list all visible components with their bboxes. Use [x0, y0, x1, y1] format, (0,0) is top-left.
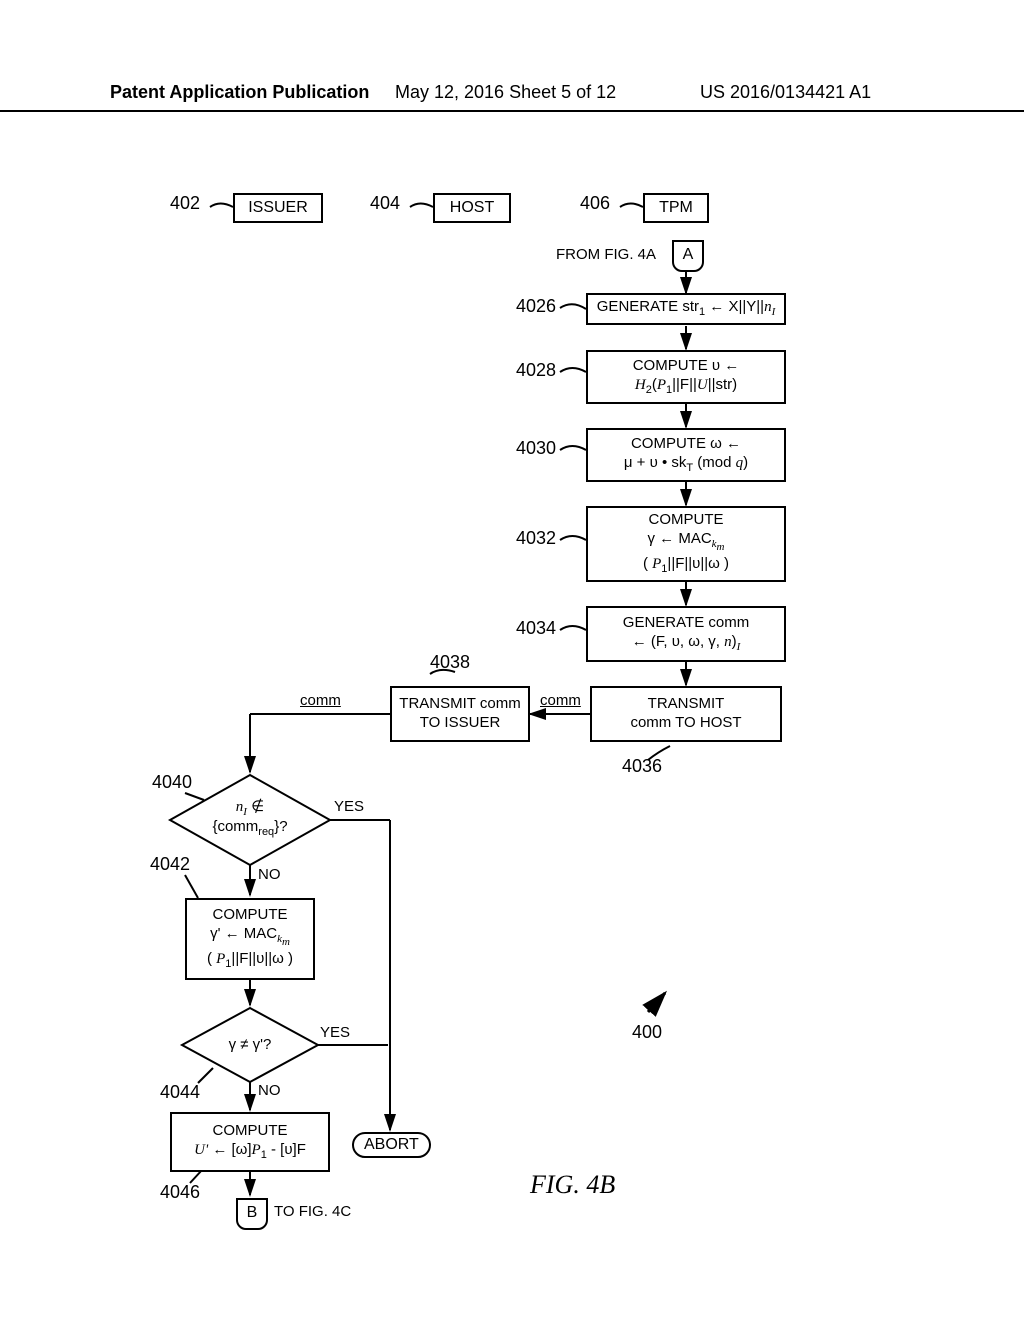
- step-4030: COMPUTE ω ← μ + υ • skT (mod q): [586, 428, 786, 482]
- ref-4034: 4034: [516, 618, 556, 639]
- s4028-line1: COMPUTE υ ←: [633, 357, 740, 376]
- ref-400: 400: [632, 1022, 662, 1043]
- ref-4040: 4040: [152, 772, 192, 793]
- step-4042: COMPUTE γ' ← MACkm ( P1||F||υ||ω ): [185, 898, 315, 980]
- issuer-box: ISSUER: [233, 193, 323, 223]
- step-4046: COMPUTE U' ← [ω]P1 - [υ]F: [170, 1112, 330, 1172]
- ref-402: 402: [170, 193, 200, 214]
- s4032-line1: COMPUTE: [649, 511, 724, 530]
- diagram-svg: [0, 0, 1024, 1320]
- to-fig-4c-label: TO FIG. 4C: [274, 1203, 351, 1220]
- decision-4040-text: nI ∉ {commreq}?: [190, 797, 310, 838]
- ref-4042: 4042: [150, 854, 190, 875]
- step-4028: COMPUTE υ ← H2(P1||F||U||str): [586, 350, 786, 404]
- abort-pill: ABORT: [352, 1132, 431, 1158]
- ref-404: 404: [370, 193, 400, 214]
- s4036-line1: TRANSMIT: [648, 695, 725, 714]
- no-4044: NO: [258, 1082, 281, 1099]
- s4036-line2: comm TO HOST: [630, 714, 741, 733]
- ref-4026: 4026: [516, 296, 556, 317]
- no-4040: NO: [258, 866, 281, 883]
- publication-number: US 2016/0134421 A1: [700, 82, 871, 103]
- s4042-line1: COMPUTE: [213, 906, 288, 925]
- s4030-line1: COMPUTE ω ←: [631, 435, 741, 454]
- step-4032: COMPUTE γ ← MACkm ( P1||F||υ||ω ): [586, 506, 786, 582]
- ref-4046: 4046: [160, 1182, 200, 1203]
- yes-4040: YES: [334, 798, 364, 815]
- page-header: Patent Application Publication May 12, 2…: [0, 80, 1024, 112]
- figure-caption: FIG. 4B: [530, 1170, 615, 1200]
- ref-4028: 4028: [516, 360, 556, 381]
- s4038-line2: TO ISSUER: [420, 714, 501, 733]
- step-4036: TRANSMIT comm TO HOST: [590, 686, 782, 742]
- s4046-line1: COMPUTE: [213, 1122, 288, 1141]
- from-fig-4a-label: FROM FIG. 4A: [556, 246, 656, 263]
- tpm-box: TPM: [643, 193, 709, 223]
- decision-4044-text: γ ≠ γ'?: [190, 1036, 310, 1053]
- comm-label-left: comm: [300, 692, 341, 709]
- comm-label-right: comm: [540, 692, 581, 709]
- ref-4038: 4038: [430, 652, 470, 673]
- ref-4030: 4030: [516, 438, 556, 459]
- step-4038: TRANSMIT comm TO ISSUER: [390, 686, 530, 742]
- s4034-line1: GENERATE comm: [623, 614, 749, 633]
- host-box: HOST: [433, 193, 511, 223]
- s4038-line1: TRANSMIT comm: [399, 695, 520, 714]
- publication-type: Patent Application Publication: [110, 82, 369, 103]
- connector-b: B: [236, 1198, 268, 1230]
- yes-4044: YES: [320, 1024, 350, 1041]
- connector-a: A: [672, 240, 704, 272]
- ref-4044: 4044: [160, 1082, 200, 1103]
- ref-406: 406: [580, 193, 610, 214]
- ref-4032: 4032: [516, 528, 556, 549]
- step-4026: GENERATE str1 ← X||Y||nI: [586, 293, 786, 325]
- ref-4036: 4036: [622, 756, 662, 777]
- date-sheet: May 12, 2016 Sheet 5 of 12: [395, 82, 616, 103]
- step-4034: GENERATE comm ← (F, υ, ω, γ, n)I: [586, 606, 786, 662]
